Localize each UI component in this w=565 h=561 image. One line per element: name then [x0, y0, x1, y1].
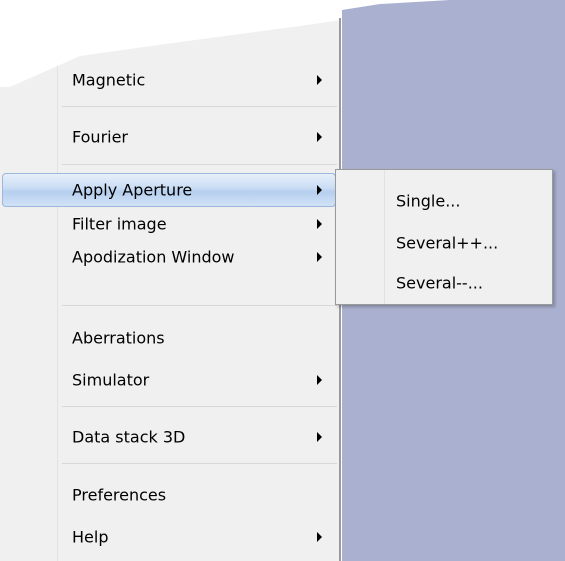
menu-item-apodization-window[interactable]: Apodization Window — [0, 240, 338, 274]
menu-item-fourier[interactable]: Fourier — [0, 120, 338, 154]
submenu-item-single[interactable]: Single... — [336, 186, 552, 216]
submenu-arrow-icon — [317, 75, 322, 85]
menu-item-magnetic[interactable]: Magnetic — [0, 63, 338, 97]
menu-item-apply-aperture[interactable]: Apply Aperture — [2, 173, 336, 207]
menu-item-label: Help — [72, 527, 109, 547]
menu-item-label: Data stack 3D — [72, 427, 186, 447]
menu-item-help[interactable]: Help — [0, 520, 338, 554]
menu-item-label: Fourier — [72, 127, 129, 147]
submenu-item-label: Single... — [396, 191, 461, 211]
context-menu: Magnetic Fourier Apply Aperture Filter i… — [0, 20, 341, 561]
submenu-item-several-minus[interactable]: Several--... — [336, 268, 552, 298]
menu-item-label: Magnetic — [72, 70, 146, 90]
apply-aperture-submenu: Single... Several++... Several--... — [335, 169, 553, 305]
menu-item-data-stack-3d[interactable]: Data stack 3D — [0, 420, 338, 454]
menu-item-label: Simulator — [72, 370, 150, 390]
menu-item-simulator[interactable]: Simulator — [0, 363, 338, 397]
submenu-item-label: Several++... — [396, 233, 499, 253]
menu-separator — [62, 406, 337, 407]
submenu-arrow-icon — [317, 432, 322, 442]
menu-separator — [62, 106, 337, 107]
submenu-item-several-plus[interactable]: Several++... — [336, 228, 552, 258]
menu-item-label: Aberrations — [72, 328, 165, 348]
menu-item-label: Filter image — [72, 214, 167, 234]
submenu-arrow-icon — [317, 185, 322, 195]
menu-separator — [62, 164, 337, 165]
submenu-arrow-icon — [317, 252, 322, 262]
submenu-arrow-icon — [317, 219, 322, 229]
menu-item-label: Apodization Window — [72, 247, 235, 267]
menu-item-preferences[interactable]: Preferences — [0, 478, 338, 512]
submenu-item-label: Several--... — [396, 273, 483, 293]
menu-item-label: Preferences — [72, 485, 167, 505]
menu-item-aberrations[interactable]: Aberrations — [0, 321, 338, 355]
submenu-arrow-icon — [317, 375, 322, 385]
submenu-arrow-icon — [317, 532, 322, 542]
screen: Magnetic Fourier Apply Aperture Filter i… — [0, 0, 565, 561]
menu-separator — [62, 463, 337, 464]
menu-separator — [62, 305, 337, 306]
submenu-arrow-icon — [317, 132, 322, 142]
menu-item-label: Apply Aperture — [72, 180, 193, 200]
menu-item-filter-image[interactable]: Filter image — [0, 207, 338, 241]
